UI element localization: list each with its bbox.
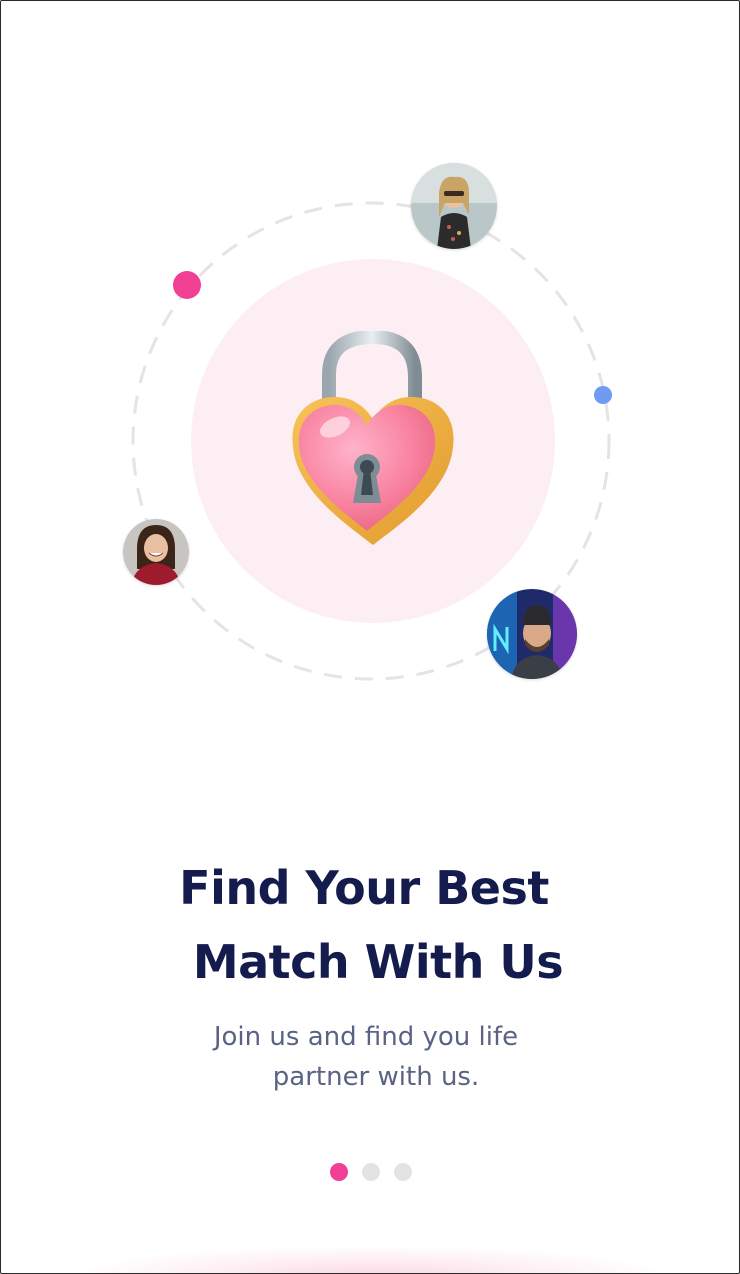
avatar-man-beanie xyxy=(487,589,577,679)
avatar-woman-smiling xyxy=(123,519,189,585)
page-dot-1[interactable] xyxy=(330,1163,348,1181)
page-dot-3[interactable] xyxy=(394,1163,412,1181)
bottom-glow xyxy=(81,1247,661,1273)
page-indicator xyxy=(1,1163,739,1181)
title-line-2: Match With Us xyxy=(192,935,564,989)
page-title: Find Your Best Match With Us xyxy=(1,851,739,999)
heart-padlock-icon xyxy=(292,331,454,545)
accent-dot-blue xyxy=(594,386,612,404)
accent-dot-pink xyxy=(173,271,201,299)
page-dot-2[interactable] xyxy=(362,1163,380,1181)
page-subtitle: Join us and find you life partner with u… xyxy=(1,1017,739,1097)
subtitle-line-1: Join us and find you life xyxy=(213,1022,519,1052)
hero-illustration xyxy=(1,1,739,721)
subtitle-line-2: partner with us. xyxy=(272,1062,480,1092)
avatar-woman-blonde xyxy=(411,163,497,249)
onboarding-screen: Find Your Best Match With Us Join us and… xyxy=(0,0,740,1274)
title-line-1: Find Your Best xyxy=(179,861,549,915)
